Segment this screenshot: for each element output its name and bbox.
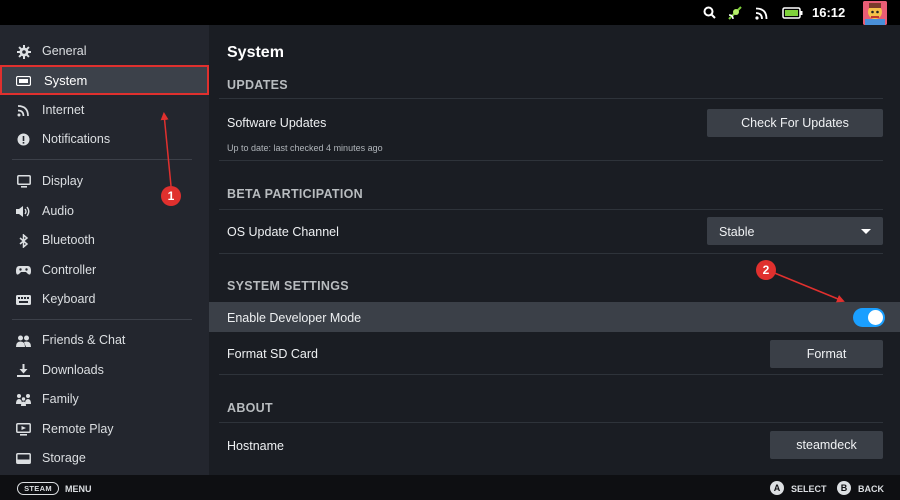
steam-button[interactable]: STEAM: [17, 482, 59, 495]
sidebar-divider: [12, 159, 192, 160]
cast-icon: [727, 0, 743, 25]
sidebar-item-label: Audio: [42, 204, 74, 218]
sidebar-item-label: Controller: [42, 263, 97, 277]
sidebar-item-storage[interactable]: Storage: [0, 443, 209, 473]
sidebar-item-label: Keyboard: [42, 292, 96, 306]
format-button[interactable]: Format: [770, 340, 883, 368]
family-icon: [16, 392, 31, 407]
sidebar-item-label: Family: [42, 392, 79, 406]
sidebar-item-internet[interactable]: Internet: [0, 95, 209, 125]
sidebar-item-bluetooth[interactable]: Bluetooth: [0, 225, 209, 255]
system-icon: [16, 73, 31, 88]
wifi-icon: [755, 0, 769, 25]
gamepad-icon: [16, 263, 31, 278]
update-status-text: Up to date: last checked 4 minutes ago: [227, 143, 383, 153]
section-header-system-settings: SYSTEM SETTINGS: [227, 279, 349, 293]
section-header-beta: BETA PARTICIPATION: [227, 187, 363, 201]
speaker-icon: [16, 204, 31, 219]
remote-play-icon: [16, 422, 31, 437]
dropdown-value: Stable: [719, 225, 755, 239]
wifi-icon: [16, 103, 31, 118]
hostname-label: Hostname: [227, 439, 284, 453]
user-avatar[interactable]: [863, 1, 887, 25]
monitor-icon: [16, 174, 31, 189]
developer-mode-label: Enable Developer Mode: [227, 311, 362, 325]
check-for-updates-button[interactable]: Check For Updates: [707, 109, 883, 137]
section-divider: [219, 160, 883, 161]
hostname-button[interactable]: steamdeck: [770, 431, 883, 459]
sidebar-item-label: General: [42, 44, 87, 58]
section-divider: [219, 98, 883, 99]
developer-mode-toggle[interactable]: [853, 308, 885, 327]
bottom-controls-bar: STEAM MENU A SELECT B BACK: [0, 475, 900, 500]
sidebar-item-label: System: [44, 72, 88, 88]
search-icon[interactable]: [703, 0, 716, 25]
sidebar-item-friends-chat[interactable]: Friends & Chat: [0, 325, 209, 355]
software-updates-label: Software Updates: [227, 116, 327, 130]
section-divider: [219, 422, 883, 423]
section-header-about: ABOUT: [227, 401, 273, 415]
sidebar-item-family[interactable]: Family: [0, 384, 209, 414]
sidebar-item-general[interactable]: General: [0, 36, 209, 66]
gear-icon: [16, 44, 31, 59]
friends-icon: [16, 333, 31, 348]
sidebar-divider: [12, 319, 192, 320]
sidebar-item-label: Storage: [42, 451, 86, 465]
sidebar-item-system[interactable]: System: [0, 65, 209, 95]
sidebar-item-label: Notifications: [42, 132, 111, 146]
sidebar-item-label: Internet: [42, 103, 85, 117]
annotation-badge-1: 1: [161, 186, 181, 206]
sidebar-item-keyboard[interactable]: Keyboard: [0, 284, 209, 314]
select-hint-label: SELECT: [791, 484, 827, 494]
keyboard-icon: [16, 292, 31, 307]
storage-icon: [16, 451, 31, 466]
sidebar-item-label: Remote Play: [42, 422, 114, 436]
sidebar-item-label: Friends & Chat: [42, 333, 126, 347]
bluetooth-icon: [16, 233, 31, 248]
os-update-channel-label: OS Update Channel: [227, 225, 339, 239]
format-sd-card-label: Format SD Card: [227, 347, 318, 361]
page-title: System: [227, 44, 284, 61]
sidebar-item-label: Downloads: [42, 363, 104, 377]
section-divider: [219, 209, 883, 210]
b-button-icon: B: [837, 481, 851, 495]
update-channel-dropdown[interactable]: Stable: [707, 217, 883, 245]
status-bar: 16:12: [0, 0, 900, 25]
menu-hint-label: MENU: [65, 484, 92, 494]
sidebar-item-label: Bluetooth: [42, 233, 95, 247]
sidebar-item-remote-play[interactable]: Remote Play: [0, 414, 209, 444]
annotation-badge-2: 2: [756, 260, 776, 280]
info-icon: [16, 132, 31, 147]
section-divider: [219, 253, 883, 254]
toggle-knob: [868, 310, 883, 325]
section-header-updates: UPDATES: [227, 78, 288, 92]
caret-down-icon: [861, 229, 871, 234]
section-divider: [219, 374, 883, 375]
sidebar-item-notifications[interactable]: Notifications: [0, 124, 209, 154]
sidebar-item-controller[interactable]: Controller: [0, 255, 209, 285]
battery-icon: [782, 0, 804, 25]
clock: 16:12: [812, 5, 846, 20]
sidebar-item-label: Display: [42, 174, 83, 188]
a-button-icon: A: [770, 481, 784, 495]
back-hint-label: BACK: [858, 484, 884, 494]
sidebar-item-downloads[interactable]: Downloads: [0, 355, 209, 385]
download-icon: [16, 363, 31, 378]
settings-sidebar: General System Internet Notifications Di…: [0, 25, 209, 475]
settings-main-panel: System UPDATES Software Updates Up to da…: [209, 25, 900, 475]
